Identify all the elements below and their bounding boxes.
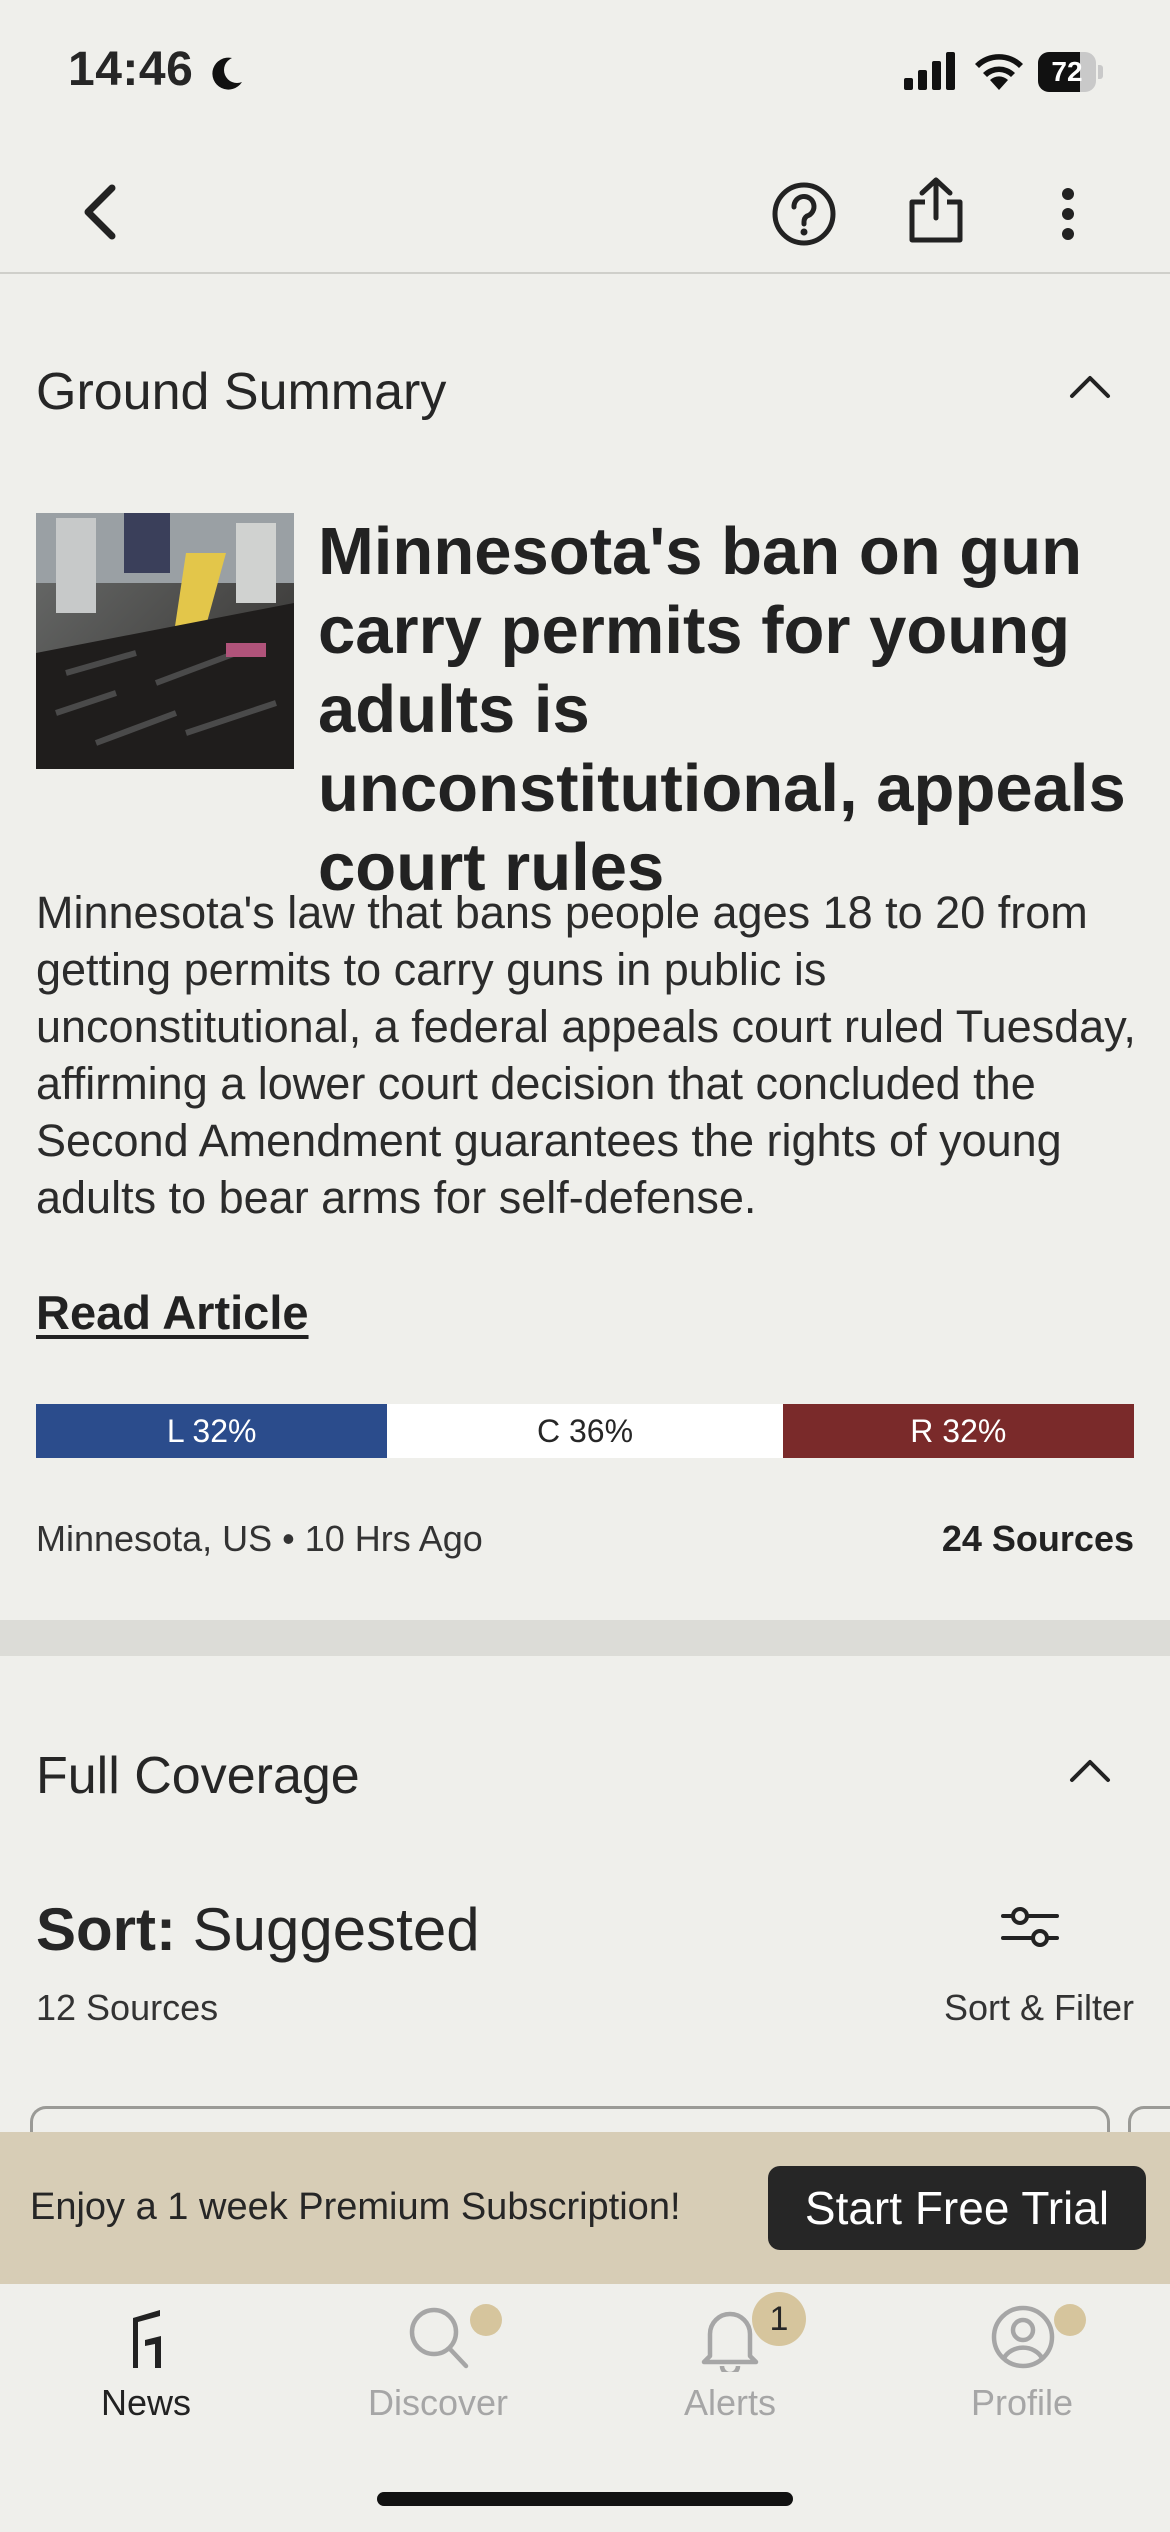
article-summary: Minnesota's law that bans people ages 18… [36,887,1136,1223]
alerts-badge: 1 [752,2292,806,2346]
chevron-up-icon [1070,1760,1110,1782]
tab-alerts-label[interactable]: Alerts [584,2382,876,2424]
bias-distribution-bar[interactable]: L 32% C 36% R 32% [36,1404,1134,1458]
collapse-full-coverage-button[interactable] [1068,1756,1132,1796]
share-button[interactable] [894,168,978,252]
sort-value: Suggested [192,1896,480,1963]
collapse-ground-summary-button[interactable] [1068,372,1132,412]
cellular-signal-icon [904,52,955,90]
article-headline[interactable]: Minnesota's ban on gun carry permits for… [318,512,1148,907]
tab-profile-label[interactable]: Profile [876,2382,1168,2424]
sources-link[interactable]: 24 Sources [942,1518,1134,1560]
back-button[interactable] [60,172,140,252]
bell-icon [701,2311,759,2372]
moon-icon [212,57,242,90]
promo-text: Enjoy a 1 week Premium Subscription! [30,2186,681,2228]
battery-level: 72 [1051,56,1083,87]
chevron-left-icon [84,184,116,240]
tab-news[interactable] [0,2296,292,2456]
tab-discover[interactable] [292,2296,584,2456]
read-article-link[interactable]: Read Article [36,1285,309,1340]
top-toolbar [0,150,1170,274]
ground-logo-icon [133,2310,161,2368]
tab-alerts[interactable]: 1 [584,2292,876,2456]
tab-discover-label[interactable]: Discover [292,2382,584,2424]
bias-segment: R 32% [782,1404,1134,1458]
bias-segment: L 32% [36,1404,388,1458]
status-time: 14:46 [68,43,194,96]
share-icon [909,177,963,243]
home-indicator[interactable] [377,2492,793,2506]
start-free-trial-button[interactable]: Start Free Trial [768,2166,1146,2250]
battery-indicator: 72 [1038,52,1103,92]
chevron-up-icon [1070,376,1110,398]
article-image [36,513,294,769]
discover-dot [470,2304,502,2336]
bias-segment: C 36% [387,1404,783,1458]
user-circle-icon [991,2305,1055,2369]
full-coverage-title: Full Coverage [36,1747,360,1805]
ground-summary-title: Ground Summary [36,363,447,421]
location-time: Minnesota, US • 10 Hrs Ago [36,1518,483,1559]
section-divider [0,1620,1170,1656]
sliders-icon [1001,1907,1059,1947]
sort-filter-label[interactable]: Sort & Filter [944,1987,1134,2029]
article-thumbnail[interactable] [36,513,294,769]
coverage-sources-count: 12 Sources [36,1987,219,2028]
tab-profile[interactable] [876,2296,1170,2456]
sort-label[interactable]: Sort: Suggested [36,1895,480,1964]
question-circle-icon [772,182,836,246]
more-options-button[interactable] [1028,172,1108,256]
sort-prefix: Sort: [36,1896,176,1963]
wifi-icon [975,54,1023,90]
sort-filter-button[interactable] [1000,1904,1072,1954]
tab-news-label[interactable]: News [0,2382,292,2424]
more-vertical-icon [1062,188,1074,240]
search-icon [409,2307,469,2369]
help-button[interactable] [762,172,846,256]
profile-dot [1054,2304,1086,2336]
